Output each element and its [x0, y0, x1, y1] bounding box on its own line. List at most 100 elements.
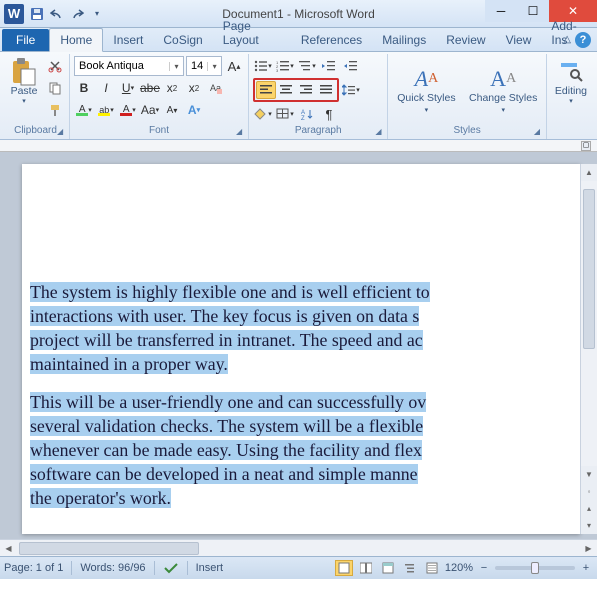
selected-text[interactable]: This will be a user-friendly one and can… — [30, 392, 426, 412]
selected-text[interactable]: The system is highly flexible one and is… — [30, 282, 430, 302]
minimize-button[interactable]: ─ — [485, 0, 517, 22]
numbering-button[interactable]: 123▾ — [275, 56, 295, 76]
insert-mode[interactable]: Insert — [196, 562, 224, 574]
qat-customize-icon[interactable]: ▾ — [88, 5, 106, 23]
draft-view-button[interactable] — [423, 560, 441, 576]
text-effects-button[interactable]: A▾ — [184, 100, 204, 120]
full-screen-view-button[interactable] — [357, 560, 375, 576]
decrease-indent-button[interactable] — [319, 56, 339, 76]
file-tab[interactable]: File — [2, 29, 49, 51]
justify-button[interactable] — [316, 81, 336, 99]
next-page-icon[interactable]: ▾ — [581, 517, 597, 534]
page-indicator[interactable]: Page: 1 of 1 — [4, 562, 63, 574]
zoom-thumb[interactable] — [531, 562, 539, 574]
bold-button[interactable]: B — [74, 78, 94, 98]
italic-button[interactable]: I — [96, 78, 116, 98]
editing-button[interactable]: Editing ▾ — [551, 56, 591, 107]
document-body[interactable]: The system is highly flexible one and is… — [22, 164, 580, 532]
paste-button[interactable]: Paste ▾ — [6, 56, 42, 107]
save-icon[interactable] — [28, 5, 46, 23]
selected-text[interactable]: interactions with user. The key focus is… — [30, 306, 419, 326]
scroll-down-icon[interactable]: ▼ — [581, 466, 597, 483]
selected-text[interactable]: whenever can be made easy. Using the fac… — [30, 440, 422, 460]
scroll-left-icon[interactable]: ◀ — [0, 540, 17, 557]
redo-icon[interactable] — [68, 5, 86, 23]
copy-button[interactable] — [45, 78, 65, 98]
chevron-down-icon[interactable]: ▾ — [207, 62, 221, 71]
dialog-launcher-icon[interactable]: ◢ — [375, 127, 385, 137]
selected-text[interactable]: the operator's work. — [30, 488, 171, 508]
dialog-launcher-icon[interactable]: ◢ — [236, 127, 246, 137]
bullets-button[interactable]: ▾ — [253, 56, 273, 76]
show-hide-marks-button[interactable]: ¶ — [319, 104, 339, 124]
word-count[interactable]: Words: 96/96 — [80, 562, 145, 574]
tab-cosign[interactable]: CoSign — [153, 29, 212, 51]
ribbon: Paste ▾ Clipboard ◢ Book Antiqua ▾ — [0, 52, 597, 140]
increase-indent-button[interactable] — [341, 56, 361, 76]
scroll-track[interactable] — [581, 181, 597, 466]
format-painter-button[interactable] — [45, 100, 65, 120]
selected-text[interactable]: software can be developed in a neat and … — [30, 464, 418, 484]
undo-icon[interactable] — [48, 5, 66, 23]
web-layout-view-button[interactable] — [379, 560, 397, 576]
print-layout-view-button[interactable] — [335, 560, 353, 576]
ruler-toggle-icon[interactable]: ▢ — [581, 141, 591, 151]
font-size-combo[interactable]: 14 ▾ — [186, 56, 222, 76]
font-color-button[interactable]: A▾ — [118, 100, 138, 120]
scroll-up-icon[interactable]: ▲ — [581, 164, 597, 181]
selected-text[interactable]: several validation checks. The system wi… — [30, 416, 423, 436]
highlight-color-button[interactable]: A▾ — [74, 100, 94, 120]
change-styles-button[interactable]: AA Change Styles ▾ — [465, 63, 542, 118]
sort-button[interactable]: AZ — [297, 104, 317, 124]
tab-mailings[interactable]: Mailings — [372, 29, 436, 51]
document-page[interactable]: The system is highly flexible one and is… — [22, 164, 580, 534]
tab-insert[interactable]: Insert — [103, 29, 153, 51]
scroll-right-icon[interactable]: ▶ — [580, 540, 597, 557]
text-highlight-button[interactable]: ab▾ — [96, 100, 116, 120]
chevron-down-icon[interactable]: ▾ — [169, 62, 183, 71]
tab-review[interactable]: Review — [436, 29, 495, 51]
zoom-in-button[interactable]: + — [579, 561, 593, 575]
clear-format-button[interactable]: Aa — [206, 78, 226, 98]
browse-object-icon[interactable]: ◦ — [581, 483, 597, 500]
quick-styles-button[interactable]: AA Quick Styles ▾ — [392, 63, 460, 118]
grow-font-button[interactable]: A▴ — [224, 56, 244, 76]
underline-button[interactable]: U▾ — [118, 78, 138, 98]
borders-button[interactable]: ▾ — [275, 104, 295, 124]
scroll-thumb[interactable] — [583, 189, 595, 349]
vertical-scrollbar[interactable]: ▲ ▼ ◦ ▴ ▾ — [580, 164, 597, 534]
line-spacing-button[interactable]: ▾ — [341, 80, 361, 100]
strikethrough-button[interactable]: abe — [140, 78, 160, 98]
shading-button[interactable]: ▾ — [253, 104, 273, 124]
cut-button[interactable] — [45, 56, 65, 76]
tab-home[interactable]: Home — [49, 28, 103, 52]
selected-text[interactable]: maintained in a proper way. — [30, 354, 228, 374]
prev-page-icon[interactable]: ▴ — [581, 500, 597, 517]
subscript-button[interactable]: x2 — [162, 78, 182, 98]
font-family-combo[interactable]: Book Antiqua ▾ — [74, 56, 184, 76]
svg-text:Z: Z — [301, 116, 305, 120]
spellcheck-icon[interactable] — [163, 561, 179, 575]
scroll-thumb[interactable] — [19, 542, 199, 555]
horizontal-scrollbar[interactable]: ◀ ▶ — [0, 539, 597, 556]
align-left-button[interactable] — [256, 81, 276, 99]
align-right-button[interactable] — [296, 81, 316, 99]
change-case-button[interactable]: Aa▾ — [140, 100, 160, 120]
dialog-launcher-icon[interactable]: ◢ — [57, 127, 67, 137]
superscript-button[interactable]: x2 — [184, 78, 204, 98]
shrink-font-button[interactable]: A▾ — [162, 100, 182, 120]
zoom-out-button[interactable]: − — [477, 561, 491, 575]
dialog-launcher-icon[interactable]: ◢ — [534, 127, 544, 137]
multilevel-list-button[interactable]: ▾ — [297, 56, 317, 76]
help-icon[interactable]: ? — [575, 32, 591, 48]
selected-text[interactable]: project will be transferred in intranet.… — [30, 330, 423, 350]
align-center-button[interactable] — [276, 81, 296, 99]
minimize-ribbon-icon[interactable]: △ — [563, 34, 571, 45]
scroll-track[interactable] — [17, 540, 580, 557]
zoom-slider[interactable] — [495, 566, 575, 570]
tab-references[interactable]: References — [291, 29, 372, 51]
tab-page-layout[interactable]: Page Layout — [213, 15, 291, 51]
tab-view[interactable]: View — [496, 29, 542, 51]
outline-view-button[interactable] — [401, 560, 419, 576]
zoom-level[interactable]: 120% — [445, 562, 473, 574]
